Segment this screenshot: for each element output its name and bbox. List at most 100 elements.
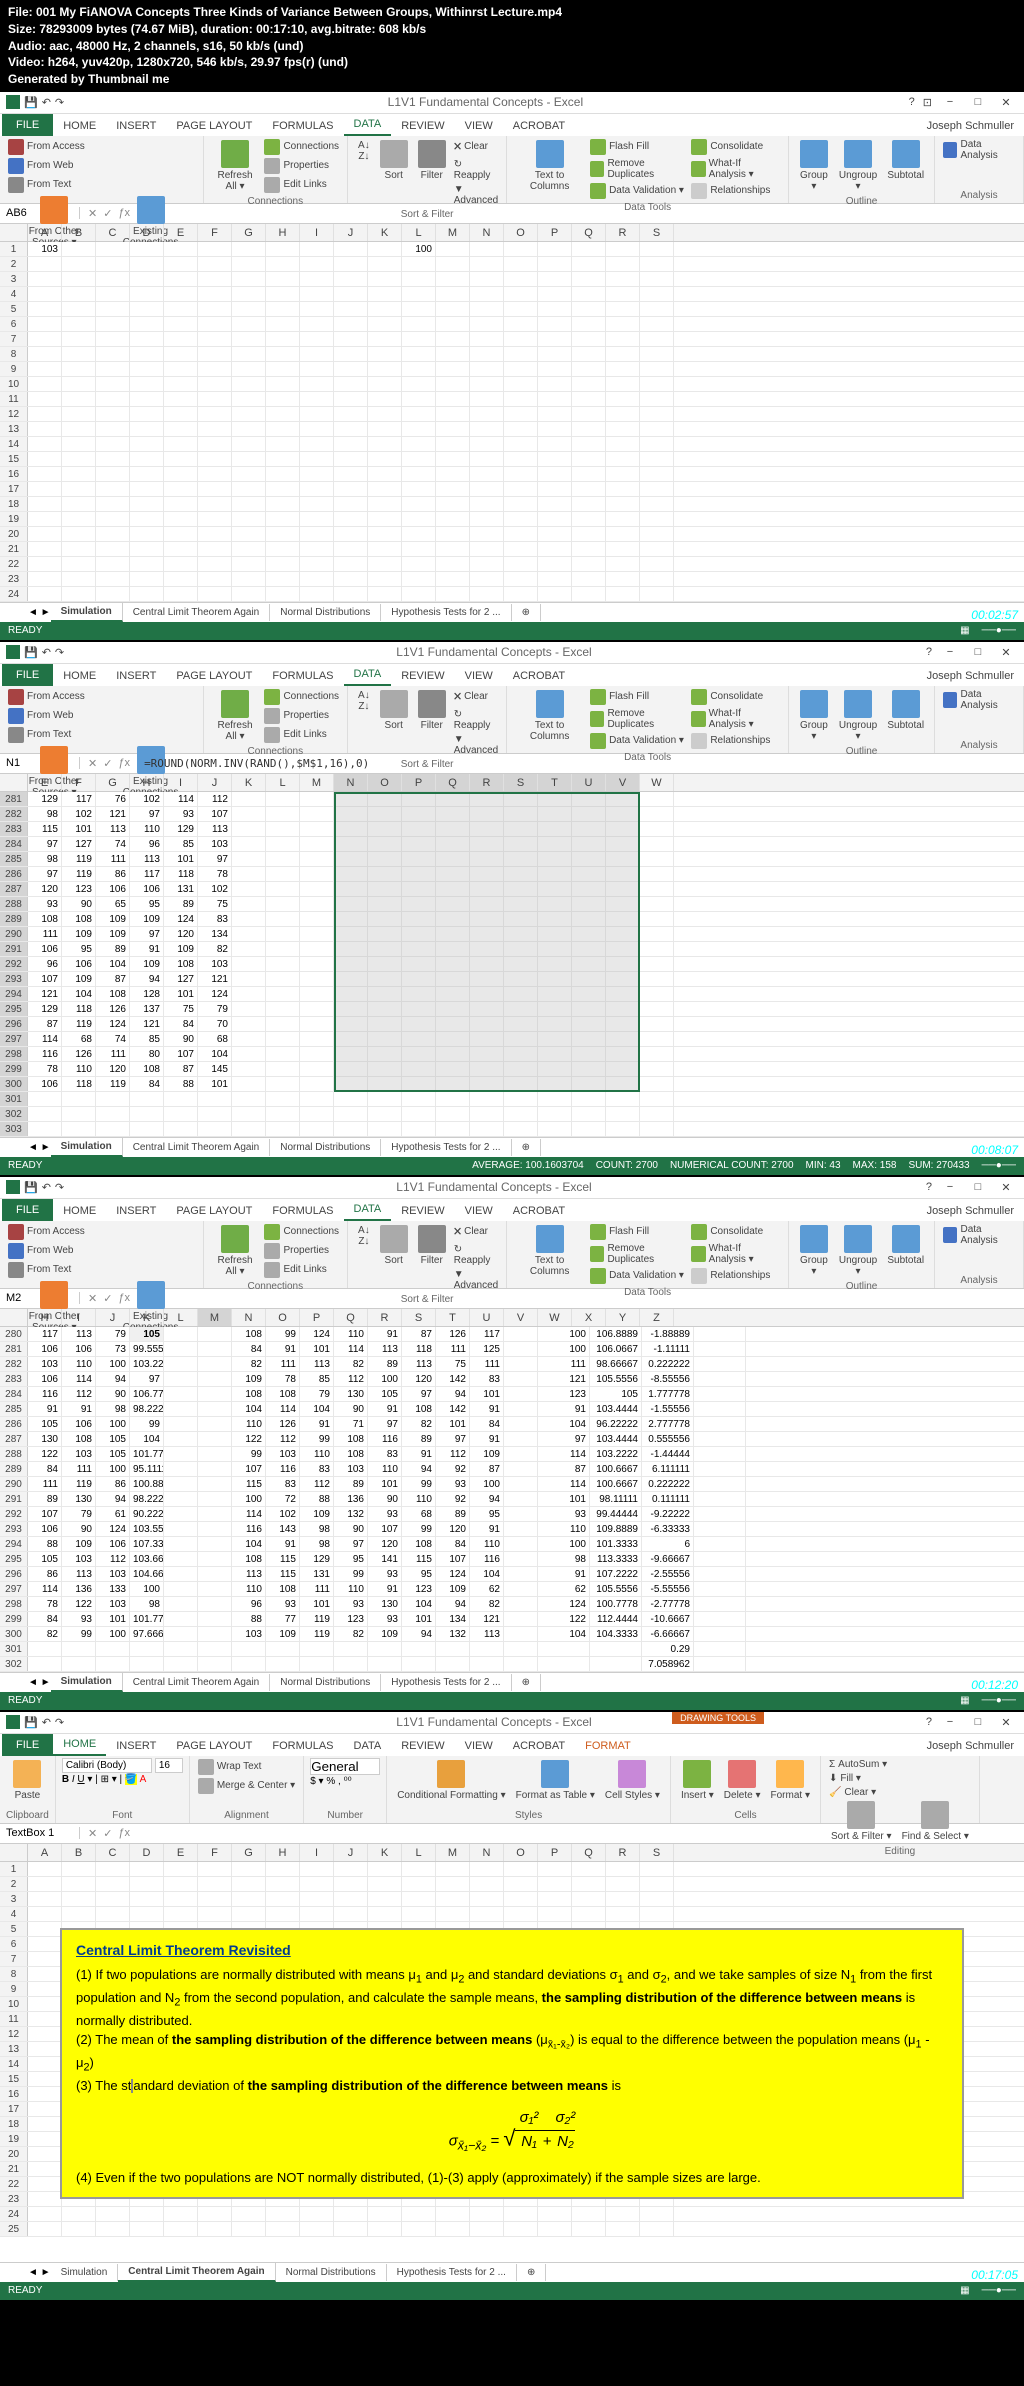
cell[interactable] xyxy=(402,317,436,331)
cell[interactable] xyxy=(198,392,232,406)
cell[interactable]: 97 xyxy=(28,837,62,851)
row-header[interactable]: 293 xyxy=(0,1522,28,1536)
cell[interactable]: 106 xyxy=(28,1372,62,1386)
cell[interactable] xyxy=(130,452,164,466)
cell[interactable] xyxy=(402,392,436,406)
cell[interactable] xyxy=(198,1107,232,1121)
cell[interactable]: 124 xyxy=(164,912,198,926)
cell[interactable] xyxy=(368,822,402,836)
cell[interactable] xyxy=(402,942,436,956)
cell[interactable]: 86 xyxy=(96,867,130,881)
col-header-W[interactable]: W xyxy=(640,774,674,791)
cell[interactable] xyxy=(538,927,572,941)
cell[interactable] xyxy=(470,1047,504,1061)
cell[interactable] xyxy=(572,587,606,601)
col-header-Q[interactable]: Q xyxy=(334,1309,368,1326)
cell[interactable]: 129 xyxy=(164,822,198,836)
col-header-B[interactable]: B xyxy=(62,224,96,241)
cell[interactable]: 109 xyxy=(164,942,198,956)
cell[interactable]: 124 xyxy=(300,1327,334,1341)
cell[interactable]: 115 xyxy=(232,1477,266,1491)
cell[interactable] xyxy=(538,987,572,1001)
cell[interactable]: 108 xyxy=(28,912,62,926)
cell[interactable]: 99.44444 xyxy=(590,1507,642,1521)
cell[interactable]: 114 xyxy=(232,1507,266,1521)
cell[interactable] xyxy=(300,302,334,316)
cell[interactable] xyxy=(232,557,266,571)
name-box[interactable]: TextBox 1 xyxy=(0,1827,80,1839)
clear-filter-button[interactable]: 🗙 Clear xyxy=(452,138,500,157)
cell[interactable] xyxy=(232,287,266,301)
cell[interactable]: 91 xyxy=(402,1447,436,1461)
cell[interactable] xyxy=(164,542,198,556)
cell[interactable]: 99.55556 xyxy=(130,1342,164,1356)
cell[interactable] xyxy=(96,1092,130,1106)
file-tab[interactable]: FILE xyxy=(2,114,53,136)
cell[interactable] xyxy=(436,1092,470,1106)
cell[interactable]: 93 xyxy=(164,807,198,821)
cell[interactable] xyxy=(402,362,436,376)
cell[interactable] xyxy=(640,912,674,926)
cell[interactable] xyxy=(232,257,266,271)
cell[interactable] xyxy=(504,1492,538,1506)
formulas-tab[interactable]: FORMULAS xyxy=(262,666,343,686)
cell[interactable] xyxy=(334,257,368,271)
row-header[interactable]: 288 xyxy=(0,1447,28,1461)
cell[interactable] xyxy=(402,437,436,451)
cell[interactable] xyxy=(504,1907,538,1921)
cell[interactable]: -10.6667 xyxy=(642,1612,694,1626)
cell[interactable] xyxy=(368,392,402,406)
cell[interactable] xyxy=(164,257,198,271)
cell[interactable] xyxy=(436,347,470,361)
cell[interactable]: 114 xyxy=(28,1582,62,1596)
save-icon[interactable]: 💾 xyxy=(24,1716,38,1729)
underline-button[interactable]: U xyxy=(77,1774,84,1785)
cell[interactable] xyxy=(572,807,606,821)
cell[interactable] xyxy=(62,392,96,406)
cell[interactable] xyxy=(198,407,232,421)
cell[interactable] xyxy=(266,1862,300,1876)
cell[interactable] xyxy=(300,912,334,926)
row-header[interactable]: 300 xyxy=(0,1077,28,1091)
cell[interactable] xyxy=(538,807,572,821)
cell[interactable] xyxy=(300,542,334,556)
cell[interactable] xyxy=(334,1907,368,1921)
cell[interactable] xyxy=(572,1062,606,1076)
cell[interactable]: 99 xyxy=(334,1567,368,1581)
cell[interactable] xyxy=(96,572,130,586)
cell[interactable] xyxy=(334,377,368,391)
cell[interactable]: 101 xyxy=(96,1612,130,1626)
cell[interactable]: 99 xyxy=(402,1522,436,1536)
cell[interactable]: 103 xyxy=(28,242,62,256)
cell[interactable] xyxy=(606,362,640,376)
cell[interactable] xyxy=(334,1107,368,1121)
cell[interactable] xyxy=(300,1107,334,1121)
col-header-A[interactable]: A xyxy=(28,1844,62,1861)
cell[interactable] xyxy=(504,807,538,821)
cell[interactable]: 94 xyxy=(436,1387,470,1401)
cell[interactable] xyxy=(402,1657,436,1671)
cell[interactable]: 117 xyxy=(130,867,164,881)
cell[interactable] xyxy=(572,362,606,376)
cell[interactable] xyxy=(402,347,436,361)
cell[interactable]: 104 xyxy=(300,1402,334,1416)
cell[interactable] xyxy=(504,897,538,911)
cancel-icon[interactable]: ✕ xyxy=(88,1827,97,1840)
row-header[interactable]: 294 xyxy=(0,1537,28,1551)
reapply-button[interactable]: ↻ Reapply xyxy=(452,158,500,182)
subtotal-button[interactable]: Subtotal xyxy=(883,1223,928,1268)
relationships-button[interactable]: Relationships xyxy=(689,182,782,200)
row-header[interactable]: 21 xyxy=(0,2162,28,2176)
cell[interactable] xyxy=(606,837,640,851)
cell[interactable]: 97 xyxy=(538,1432,590,1446)
cell[interactable] xyxy=(300,1122,334,1136)
cell[interactable] xyxy=(504,792,538,806)
sheet-normal[interactable]: Normal Distributions xyxy=(270,1139,381,1156)
cell[interactable] xyxy=(164,1372,198,1386)
text-to-columns-button[interactable]: Text to Columns xyxy=(513,138,586,194)
remove-duplicates-button[interactable]: Remove Duplicates xyxy=(588,157,687,181)
cell[interactable] xyxy=(232,1077,266,1091)
cell[interactable] xyxy=(504,942,538,956)
cell[interactable] xyxy=(232,1657,266,1671)
cell[interactable] xyxy=(130,1657,164,1671)
